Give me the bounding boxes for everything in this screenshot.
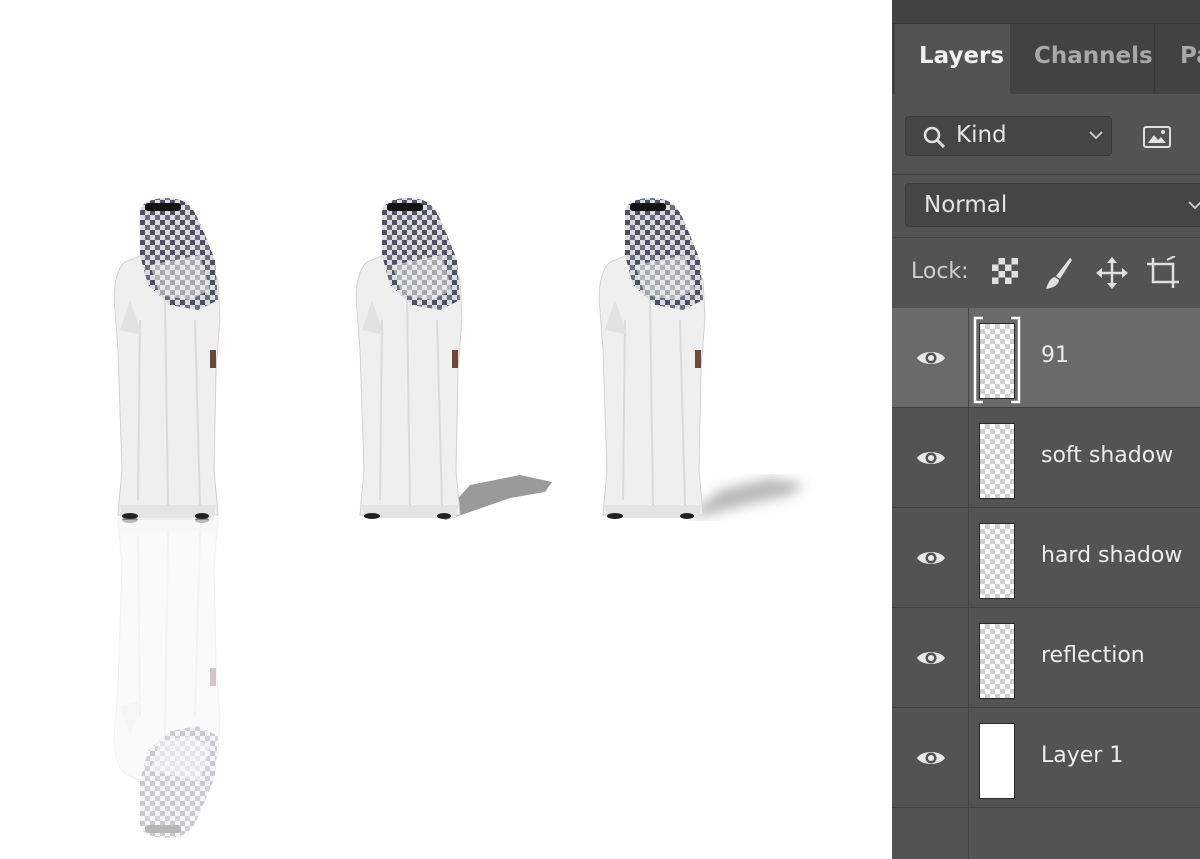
eye-icon[interactable] [916,748,946,768]
image-filter-icon[interactable] [1142,125,1172,149]
filter-kind-label: Kind [956,122,1007,148]
lock-artboard-icon[interactable] [1145,256,1181,290]
tab-layers[interactable]: Layers [895,24,1010,94]
lock-row: Lock: [892,238,1200,308]
layer-filter-row: Kind [892,94,1200,175]
layer-row-soft-shadow[interactable]: soft shadow [892,408,1200,508]
layer-row-layer-1[interactable]: Layer 1 [892,708,1200,808]
layer-name: hard shadow [1041,543,1183,568]
layer-thumbnail [979,523,1015,599]
chevron-down-icon [1089,131,1103,140]
visibility-cell [892,708,969,807]
layer-thumbnail [979,723,1015,799]
soft-shadow-effect [690,478,805,517]
layer-thumbnail [979,423,1015,499]
visibility-cell [892,408,969,507]
lock-transparent-pixels-icon[interactable] [990,256,1020,286]
visibility-cell [892,308,969,407]
blend-mode-row: Normal [892,175,1200,238]
lock-label: Lock: [911,259,969,284]
layer-thumbnail [979,623,1015,699]
eye-icon[interactable] [916,448,946,468]
filter-kind-dropdown[interactable]: Kind [905,116,1112,156]
eye-icon[interactable] [916,648,946,668]
blend-mode-value: Normal [924,192,1008,218]
blend-mode-dropdown[interactable]: Normal [905,183,1200,227]
canvas-artwork [100,197,805,850]
lock-image-pixels-icon[interactable] [1042,256,1074,292]
search-icon [923,126,946,149]
layer-name: Layer 1 [1041,743,1124,768]
lock-position-icon[interactable] [1095,256,1129,290]
figure-soft-shadow-example [598,197,706,520]
figure-reflection-example [113,197,221,520]
layer-name: 91 [1041,343,1069,368]
layer-name: reflection [1041,643,1145,668]
layers-empty-area [892,808,969,859]
panel-tabs: Layers Channels Pa [892,24,1200,94]
layer-row-hard-shadow[interactable]: hard shadow [892,508,1200,608]
figure-hard-shadow-example [355,197,463,520]
panel-title-bar[interactable] [892,0,1200,24]
eye-icon[interactable] [916,348,946,368]
layer-name: soft shadow [1041,443,1174,468]
visibility-cell [892,608,969,707]
visibility-cell [892,508,969,607]
smart-object-selection-bracket [973,316,1021,404]
tab-paths[interactable]: Pa [1156,24,1200,94]
layer-row-91[interactable]: 91 [892,308,1200,408]
chevron-down-icon [1188,201,1200,210]
eye-icon[interactable] [916,548,946,568]
layers-panel: Layers Channels Pa Kind Normal [892,0,1200,859]
document-canvas[interactable] [0,0,892,859]
layer-row-reflection[interactable]: reflection [892,608,1200,708]
tab-channels[interactable]: Channels [1010,24,1155,94]
